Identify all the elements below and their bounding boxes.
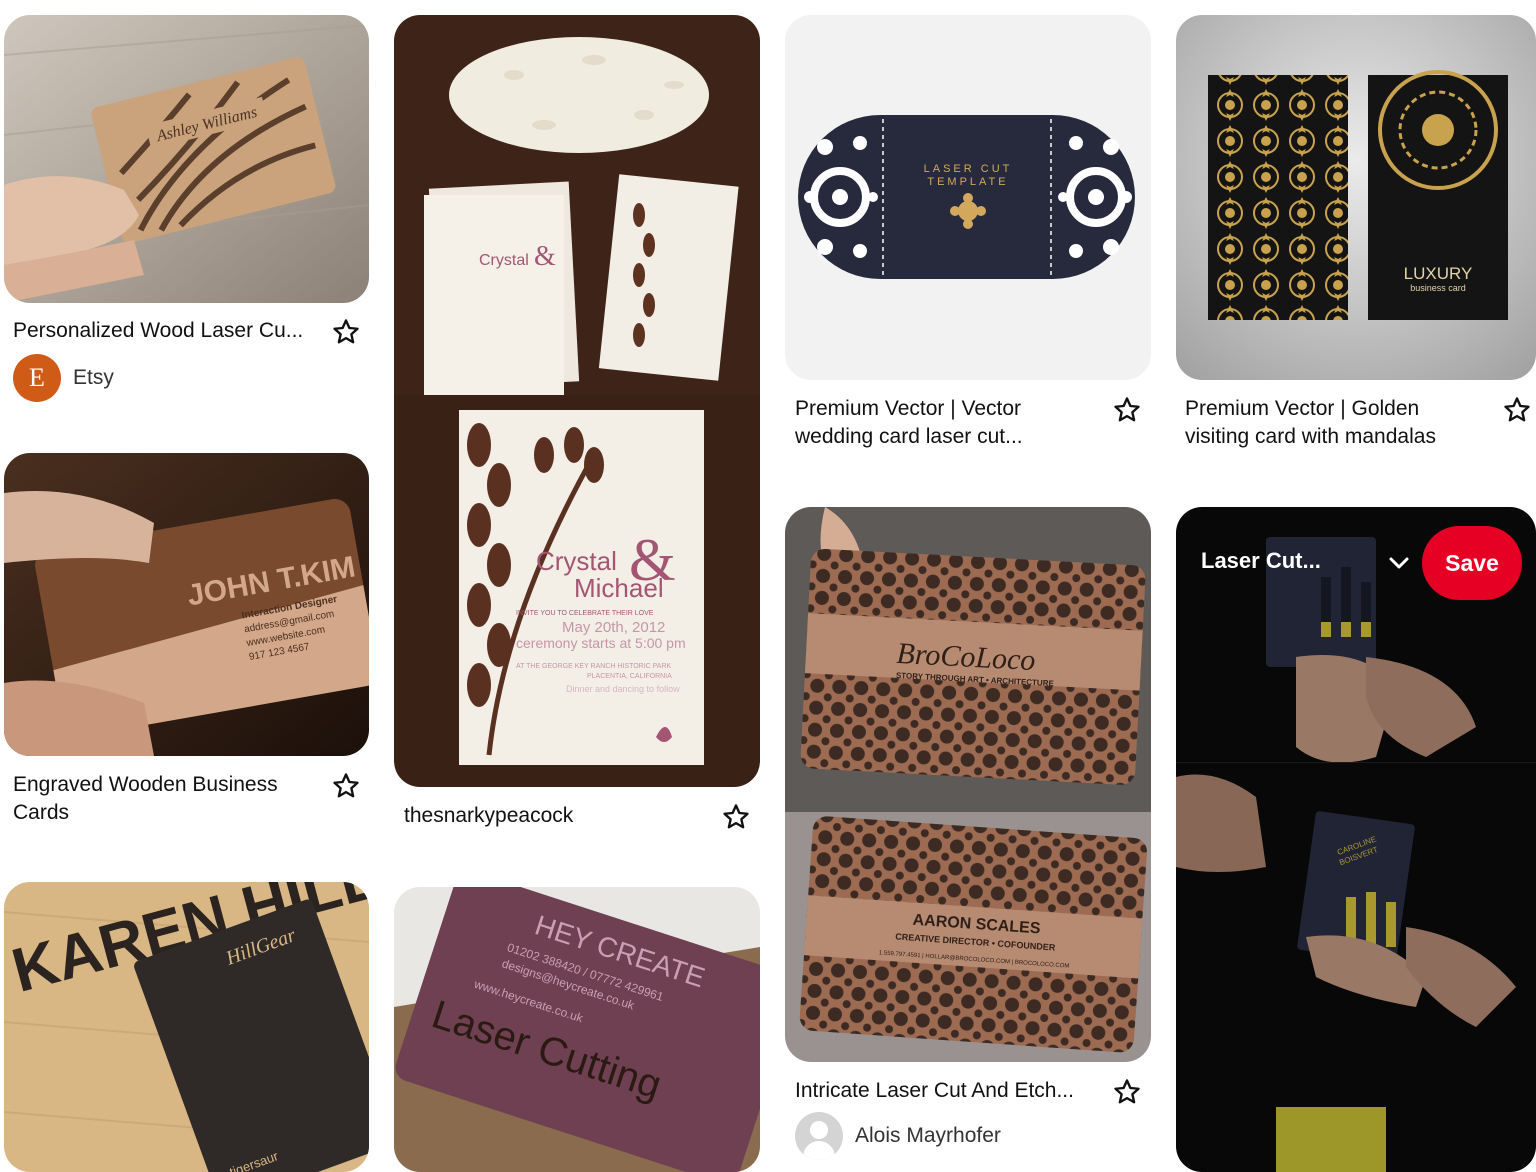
pin-image-laser-cut-template[interactable]: LASER CUT TEMPLATE (785, 15, 1151, 380)
luxury-mandala-cards-image: LUXURY business card (1176, 15, 1536, 380)
business-card-text: business card (1410, 283, 1466, 293)
laser-cut-template-image: LASER CUT TEMPLATE (785, 15, 1151, 380)
source-name: Alois Mayrhofer (855, 1124, 1001, 1147)
star-outline-icon[interactable] (331, 771, 361, 801)
avatar: E (13, 354, 61, 402)
invite-city: PLACENTIA, CALIFORNIA (587, 673, 672, 680)
pin-title[interactable]: Engraved Wooden Business Cards (13, 771, 313, 827)
star-outline-icon[interactable] (1112, 1077, 1142, 1107)
template-line-2: TEMPLATE (927, 176, 1008, 188)
star-outline-icon[interactable] (1502, 395, 1532, 425)
engraved-wood-card-image: JOHN T.KIM Interaction Designer address@… (4, 453, 369, 756)
template-line-1: LASER CUT (924, 163, 1013, 175)
invite-line: INVITE YOU TO CELEBRATE THEIR LOVE (516, 610, 654, 617)
chevron-down-icon[interactable] (1386, 552, 1412, 574)
pin-image-cut-name-cards[interactable]: KAREN HILLNET HillGear tigersaur (4, 882, 369, 1172)
pin-image-wedding-invitation[interactable]: Crystal & Crystal & Michael INVITE YOU T… (394, 15, 760, 787)
invite-time: ceremony starts at 5:00 pm (516, 635, 686, 651)
wood-laser-card-image: Ashley Williams (4, 15, 369, 303)
pin-title[interactable]: Premium Vector | Golden visiting card wi… (1185, 395, 1485, 451)
invite-name-small: Crystal (479, 252, 529, 269)
pin-source[interactable]: Alois Mayrhofer (795, 1112, 1001, 1160)
save-button[interactable]: Save (1422, 526, 1522, 600)
star-outline-icon[interactable] (1112, 395, 1142, 425)
pin-image-wood-laser-card[interactable]: Ashley Williams (4, 15, 369, 303)
hover-board-title[interactable]: Laser Cut... (1201, 548, 1321, 574)
wedding-invitation-image: Crystal & Crystal & Michael INVITE YOU T… (394, 15, 760, 787)
avatar (795, 1112, 843, 1160)
pin-title[interactable]: Premium Vector | Vector wedding card las… (795, 395, 1095, 451)
invite-venue: AT THE GEORGE KEY RANCH HISTORIC PARK (516, 663, 672, 670)
pin-title[interactable]: thesnarkypeacock (404, 802, 704, 830)
laser-cutting-cards-image: HEY CREATE 01202 388420 / 07772 429961 d… (394, 887, 760, 1172)
pin-image-sleeve-card-hovered[interactable]: CAROLINE BOISVERT (1176, 507, 1536, 1172)
invite-dinner: Dinner and dancing to follow (566, 684, 680, 694)
cut-name-cards-image: KAREN HILLNET HillGear tigersaur (4, 882, 369, 1172)
luxury-text: LUXURY (1404, 264, 1473, 283)
pin-image-luxury-mandala-cards[interactable]: LUXURY business card (1176, 15, 1536, 380)
invite-date: May 20th, 2012 (562, 619, 665, 636)
invite-name-crystal: Crystal (536, 546, 617, 576)
pin-source[interactable]: E Etsy (13, 354, 114, 402)
pin-title[interactable]: Intricate Laser Cut And Etch... (795, 1077, 1095, 1105)
ampersand-small: & (534, 241, 556, 272)
sleeve-card-image: CAROLINE BOISVERT (1176, 507, 1536, 1172)
source-name: Etsy (73, 366, 114, 389)
star-outline-icon[interactable] (721, 802, 751, 832)
star-outline-icon[interactable] (331, 317, 361, 347)
pin-image-laser-cutting-cards[interactable]: HEY CREATE 01202 388420 / 07772 429961 d… (394, 887, 760, 1172)
metal-etched-cards-image: BroCoLoco STORY THROUGH ART • ARCHITECTU… (785, 507, 1151, 1062)
pin-title[interactable]: Personalized Wood Laser Cu... (13, 317, 318, 345)
pin-image-engraved-wood-card[interactable]: JOHN T.KIM Interaction Designer address@… (4, 453, 369, 756)
invite-name-michael: Michael (574, 573, 664, 603)
pin-image-metal-etched-cards[interactable]: BroCoLoco STORY THROUGH ART • ARCHITECTU… (785, 507, 1151, 1062)
